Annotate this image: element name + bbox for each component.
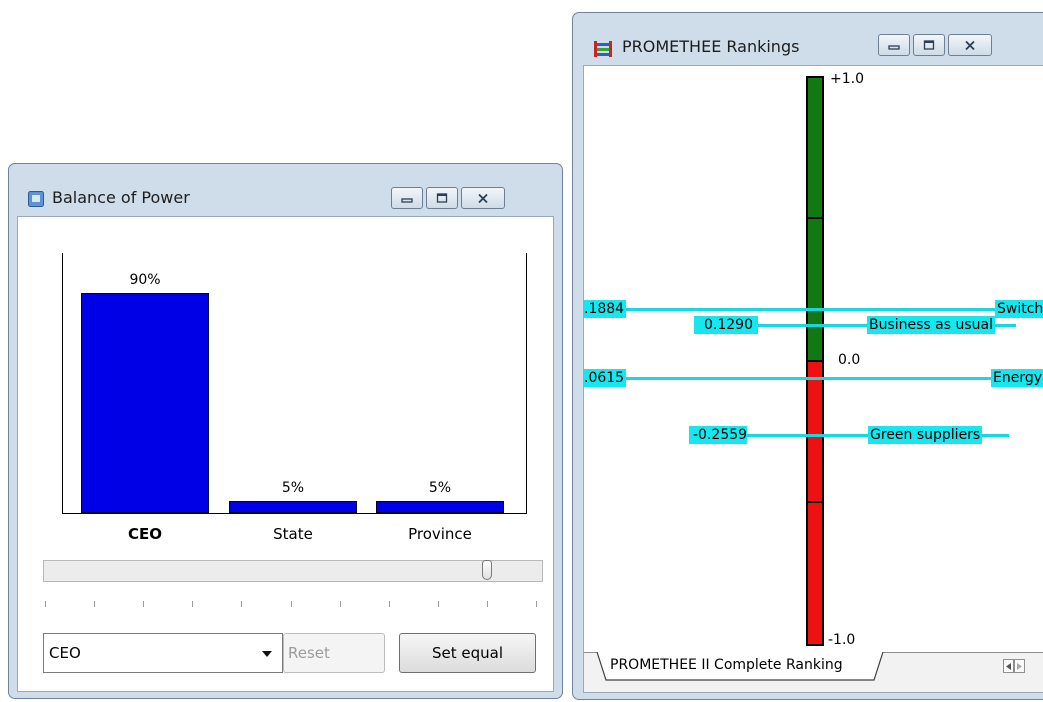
power-slider-thumb[interactable] — [482, 560, 492, 580]
bar-value-label-state: 5% — [281, 480, 305, 496]
ranking-line — [584, 377, 1043, 380]
bar-ceo — [81, 293, 209, 513]
minimize-icon — [401, 198, 413, 203]
bar-province — [376, 501, 504, 513]
minimize-button[interactable] — [878, 34, 910, 56]
ranking-value-business-as-usual: 0.1290 — [694, 316, 758, 334]
slider-tick — [94, 601, 95, 607]
tab-scroll-left-button[interactable] — [1003, 659, 1014, 673]
promethee-titlebar[interactable]: PROMETHEE Rankings — [573, 13, 1043, 65]
actor-dropdown-value: CEO — [49, 644, 81, 662]
scale-label-bottom: -1.0 — [828, 632, 856, 648]
close-button[interactable] — [948, 34, 992, 56]
promethee-rankings-window: PROMETHEE Rankings +1.0 0.0 -1.0 .1884 S… — [572, 12, 1043, 700]
slider-tick — [389, 601, 390, 607]
scale-divider — [806, 217, 824, 219]
ranking-line — [584, 308, 1043, 311]
slider-tick — [487, 601, 488, 607]
balance-chart: 90% 5% 5% CEO State Province — [18, 217, 553, 543]
scale-label-zero: 0.0 — [838, 352, 861, 368]
caption-buttons — [391, 187, 505, 209]
ranking-name-business-as-usual: Business as usual — [867, 316, 996, 334]
chart-right-axis — [526, 253, 527, 514]
set-equal-button[interactable]: Set equal — [399, 633, 536, 673]
chart-baseline — [62, 513, 527, 514]
view-tabstrip: PROMETHEE II Complete Ranking — [584, 652, 1043, 692]
promethee-window-title: PROMETHEE Rankings — [622, 37, 800, 56]
ranking-value-energy: .0615 — [584, 369, 627, 387]
close-icon — [965, 40, 975, 50]
maximize-icon — [436, 193, 448, 203]
maximize-icon — [923, 40, 935, 50]
tab-scroll-buttons — [1003, 659, 1025, 673]
ranking-value-green-suppliers: -0.2559 — [689, 426, 747, 444]
slider-tick — [143, 601, 144, 607]
minimize-icon — [888, 45, 900, 50]
tab-scroll-right-button[interactable] — [1014, 659, 1025, 673]
maximize-button[interactable] — [426, 187, 458, 209]
category-label-state: State — [273, 525, 313, 543]
bar-state — [229, 501, 357, 513]
reset-button[interactable]: Reset — [283, 633, 385, 673]
category-label-province: Province — [408, 525, 472, 543]
bar-value-label-ceo: 90% — [129, 272, 161, 288]
close-icon — [478, 193, 488, 203]
scale-zero-line — [806, 360, 824, 362]
scale-divider — [806, 501, 824, 503]
category-label-ceo: CEO — [127, 525, 162, 543]
ranking-name-green-suppliers: Green suppliers — [868, 426, 983, 444]
actor-dropdown[interactable]: CEO — [43, 633, 283, 673]
ranking-value-switch: .1884 — [584, 300, 627, 318]
ranking-name-switch: Switch — [995, 300, 1043, 318]
slider-tick — [291, 601, 292, 607]
negative-flow-segment — [806, 360, 824, 646]
promethee-client-area: +1.0 0.0 -1.0 .1884 Switch 0.1290 Busine… — [583, 65, 1043, 693]
chevron-down-icon — [262, 651, 272, 657]
balance-client-area: 90% 5% 5% CEO State Province CEO Reset S… — [17, 216, 554, 692]
close-button[interactable] — [461, 187, 505, 209]
app-icon — [28, 191, 44, 207]
slider-tick — [340, 601, 341, 607]
tab-promethee-ii-complete-ranking[interactable]: PROMETHEE II Complete Ranking — [610, 657, 843, 673]
ranking-name-energy: Energy — [991, 369, 1043, 387]
scale-label-top: +1.0 — [830, 71, 864, 87]
promethee-caption-buttons — [878, 34, 992, 56]
slider-tick — [45, 601, 46, 607]
slider-tick — [241, 601, 242, 607]
maximize-button[interactable] — [913, 34, 945, 56]
bar-value-label-province: 5% — [428, 480, 452, 496]
slider-tick — [536, 601, 537, 607]
minimize-button[interactable] — [391, 187, 423, 209]
balance-of-power-window: Balance of Power 90% 5% 5% CEO State Pro… — [8, 163, 563, 699]
arrow-right-icon — [1017, 662, 1022, 670]
balance-titlebar[interactable]: Balance of Power — [9, 164, 562, 216]
promethee-app-icon — [593, 40, 612, 57]
chart-left-axis — [62, 253, 63, 514]
arrow-left-icon — [1006, 662, 1011, 670]
slider-tick — [192, 601, 193, 607]
window-title: Balance of Power — [52, 188, 190, 207]
slider-tick — [438, 601, 439, 607]
power-slider-track[interactable] — [43, 560, 543, 582]
